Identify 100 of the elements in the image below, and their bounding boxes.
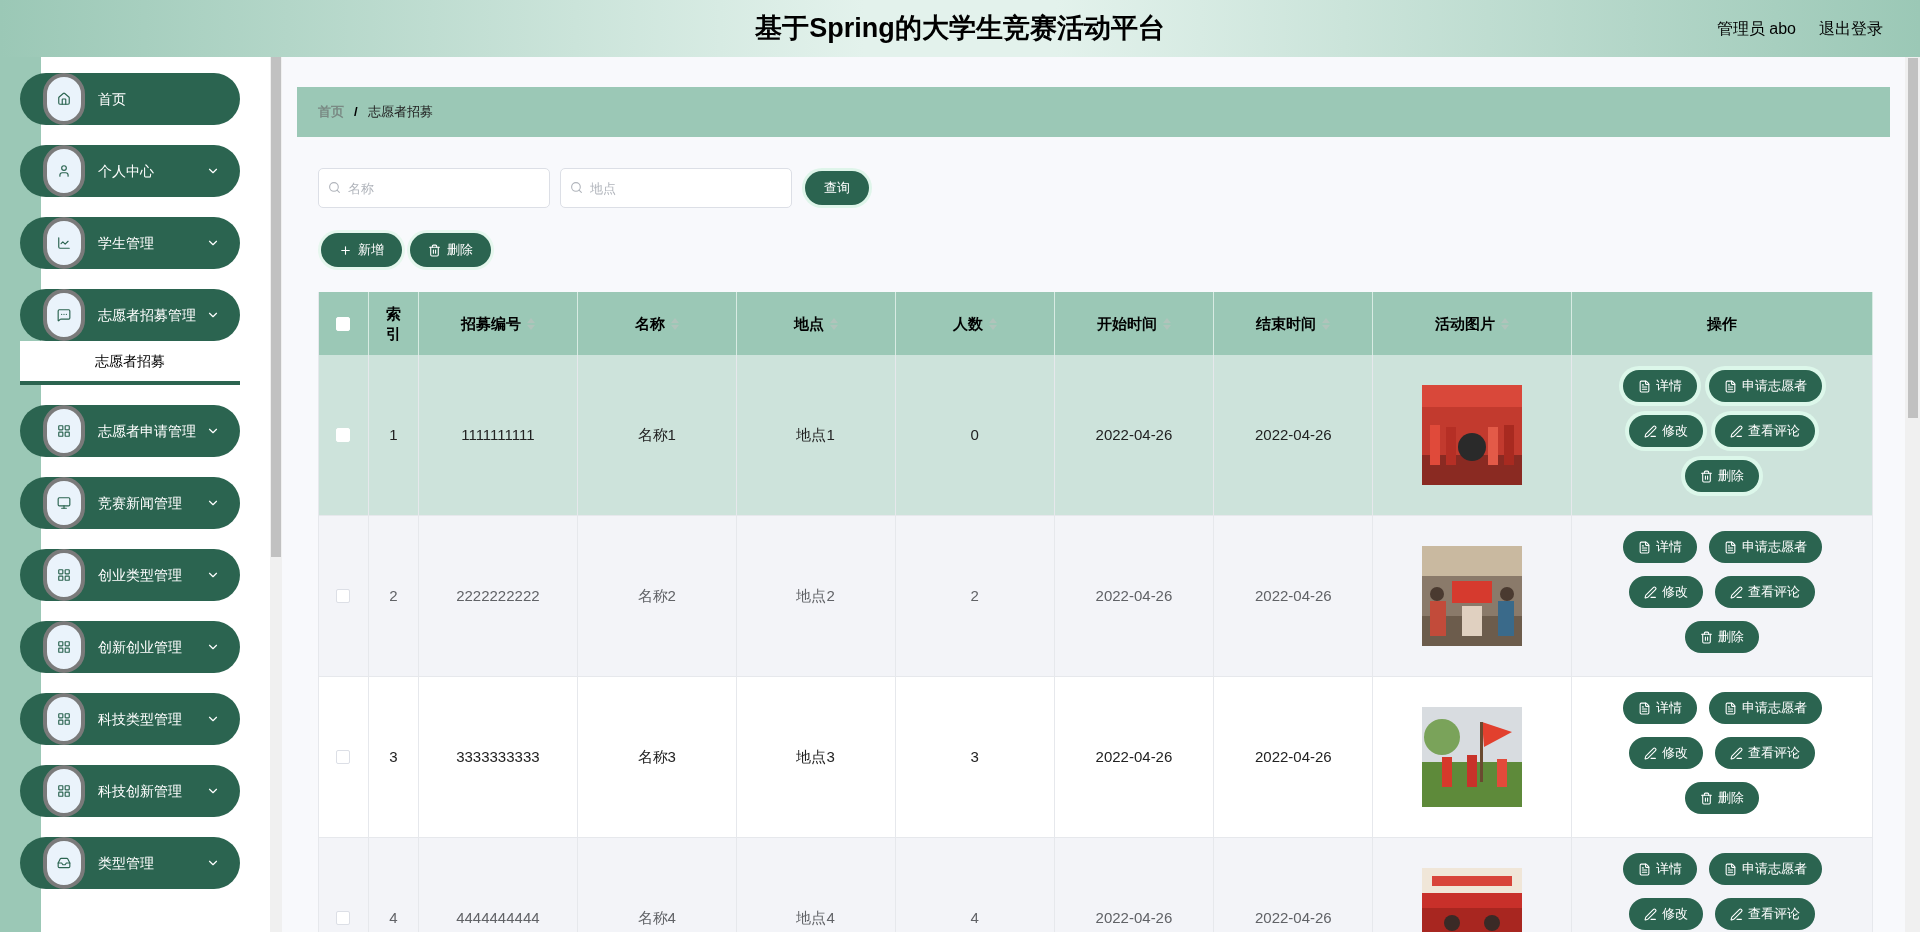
trash-icon	[428, 243, 441, 257]
sidebar-item[interactable]: 科技创新管理	[20, 765, 240, 817]
sidebar-item[interactable]: 志愿者招募管理	[20, 289, 240, 341]
row-checkbox[interactable]	[336, 750, 351, 764]
action-button[interactable]: 详情	[1622, 853, 1697, 885]
pencil-icon	[1730, 585, 1744, 599]
sidebar-item[interactable]: 类型管理	[20, 837, 240, 889]
table-row[interactable]: 4 4444444444 名称4 地点4 4 2022-04-26 2022-04-26 详情 申请志愿者 修改 查看评论	[319, 838, 1873, 932]
search-button[interactable]: 查询	[805, 171, 869, 205]
toolbar-button[interactable]: 删除	[410, 233, 491, 267]
scrollbar[interactable]	[1905, 57, 1920, 932]
pencil-icon	[1730, 424, 1744, 438]
column-title: 索引	[384, 303, 402, 344]
row-checkbox[interactable]	[336, 911, 351, 925]
pencil-icon	[1730, 907, 1744, 921]
search-field[interactable]: 地点	[560, 168, 792, 208]
sidebar-item[interactable]: 学生管理	[20, 217, 240, 269]
table-cell: 地点3	[736, 677, 896, 837]
document-icon	[1723, 701, 1737, 715]
table-cell: 3	[895, 677, 1055, 837]
column-title: 人数	[952, 313, 983, 334]
toolbar-button[interactable]: 新增	[321, 233, 402, 267]
column-title: 结束时间	[1256, 313, 1317, 334]
sidebar-item[interactable]: 首页	[20, 73, 240, 125]
pencil-icon	[1644, 907, 1658, 921]
trash-icon	[1700, 630, 1714, 644]
table-row[interactable]: 3 3333333333 名称3 地点3 3 2022-04-26 2022-04-26 详情 申请志愿者 修改 查看评论 删除	[319, 677, 1873, 838]
table-cell: 名称1	[577, 355, 737, 515]
table-cell: 3	[368, 677, 419, 837]
table-row[interactable]: 1 1111111111 名称1 地点1 0 2022-04-26 2022-04-26 详情 申请志愿者 修改 查看评论 删除	[319, 355, 1873, 516]
logout-link[interactable]: 退出登录	[1819, 16, 1883, 41]
table-cell: 1	[368, 355, 419, 515]
table-cell: 2022-04-26	[1214, 838, 1374, 932]
table-cell: 4444444444	[418, 838, 578, 932]
submenu-item[interactable]: 志愿者招募	[20, 341, 240, 385]
sidebar-item[interactable]: 志愿者申请管理	[20, 405, 240, 457]
home-icon	[57, 92, 71, 106]
document-icon	[1723, 862, 1737, 876]
action-button[interactable]: 申请志愿者	[1708, 692, 1822, 724]
plus-icon	[339, 243, 352, 257]
action-button[interactable]: 详情	[1622, 531, 1697, 563]
pencil-icon	[1644, 746, 1658, 760]
document-icon	[1723, 379, 1737, 393]
user-icon	[57, 164, 71, 178]
select-all-checkbox[interactable]	[336, 316, 351, 331]
table-cell: 2022-04-26	[1214, 516, 1374, 676]
action-button[interactable]: 删除	[1685, 621, 1760, 653]
sidebar-item[interactable]: 创新创业管理	[20, 621, 240, 673]
pencil-icon	[1644, 424, 1658, 438]
user-name: 管理员 abo	[1716, 18, 1796, 39]
action-button[interactable]: 申请志愿者	[1708, 853, 1822, 885]
column-title: 招募编号	[460, 313, 521, 334]
table-cell: 名称2	[577, 516, 737, 676]
document-icon	[1637, 379, 1651, 393]
table-cell: 2222222222	[418, 516, 578, 676]
table-cell: 2	[368, 516, 419, 676]
sidebar-item[interactable]: 个人中心	[20, 145, 240, 197]
grid-icon	[57, 568, 71, 582]
action-button[interactable]: 修改	[1629, 576, 1704, 608]
sidebar-label: 个人中心	[98, 161, 154, 181]
document-icon	[1723, 540, 1737, 554]
action-button[interactable]: 删除	[1685, 782, 1760, 814]
table-cell: 2022-04-26	[1054, 838, 1215, 932]
column-title: 开始时间	[1097, 313, 1157, 334]
table-cell: 2	[895, 516, 1055, 676]
table-row[interactable]: 2 2222222222 名称2 地点2 2 2022-04-26 2022-04-26 详情 申请志愿者 修改 查看评论 删除	[319, 516, 1873, 677]
pencil-icon	[1730, 746, 1744, 760]
table-cell: 4	[368, 838, 419, 932]
table-cell: 2022-04-26	[1054, 355, 1215, 515]
table-cell: 2022-04-26	[1054, 516, 1215, 676]
breadcrumb-separator: /	[354, 103, 358, 122]
sidebar-label: 志愿者申请管理	[98, 421, 196, 441]
inbox-icon	[57, 856, 71, 870]
document-icon	[1637, 862, 1651, 876]
search-field[interactable]: 名称	[318, 168, 550, 208]
table-cell: 名称4	[577, 838, 737, 932]
scrollbar[interactable]	[270, 57, 282, 932]
breadcrumb-link[interactable]: 志愿者招募	[367, 102, 433, 122]
sidebar-item[interactable]: 创业类型管理	[20, 549, 240, 601]
action-button[interactable]: 申请志愿者	[1708, 531, 1822, 563]
grid-icon	[57, 640, 71, 654]
scrollbar-thumb[interactable]	[1907, 58, 1918, 418]
action-button[interactable]: 修改	[1629, 898, 1704, 930]
table-cell: 2022-04-26	[1214, 677, 1374, 837]
scrollbar-thumb[interactable]	[271, 57, 281, 557]
action-button[interactable]: 查看评论	[1715, 898, 1816, 930]
sidebar-label: 科技类型管理	[98, 709, 182, 729]
sidebar-item[interactable]: 科技类型管理	[20, 693, 240, 745]
sidebar-item[interactable]: 竞赛新闻管理	[20, 477, 240, 529]
table-cell: 地点4	[736, 838, 896, 932]
column-title: 名称	[634, 313, 665, 334]
table-cell: 2022-04-26	[1214, 355, 1374, 515]
sidebar-label: 科技创新管理	[98, 781, 182, 801]
action-button[interactable]: 详情	[1622, 692, 1697, 724]
table-cell: 2022-04-26	[1054, 677, 1215, 837]
action-button[interactable]: 查看评论	[1715, 576, 1816, 608]
row-checkbox[interactable]	[336, 589, 351, 603]
trash-icon	[1700, 469, 1714, 483]
action-button[interactable]: 查看评论	[1715, 737, 1816, 769]
action-button[interactable]: 修改	[1629, 737, 1704, 769]
